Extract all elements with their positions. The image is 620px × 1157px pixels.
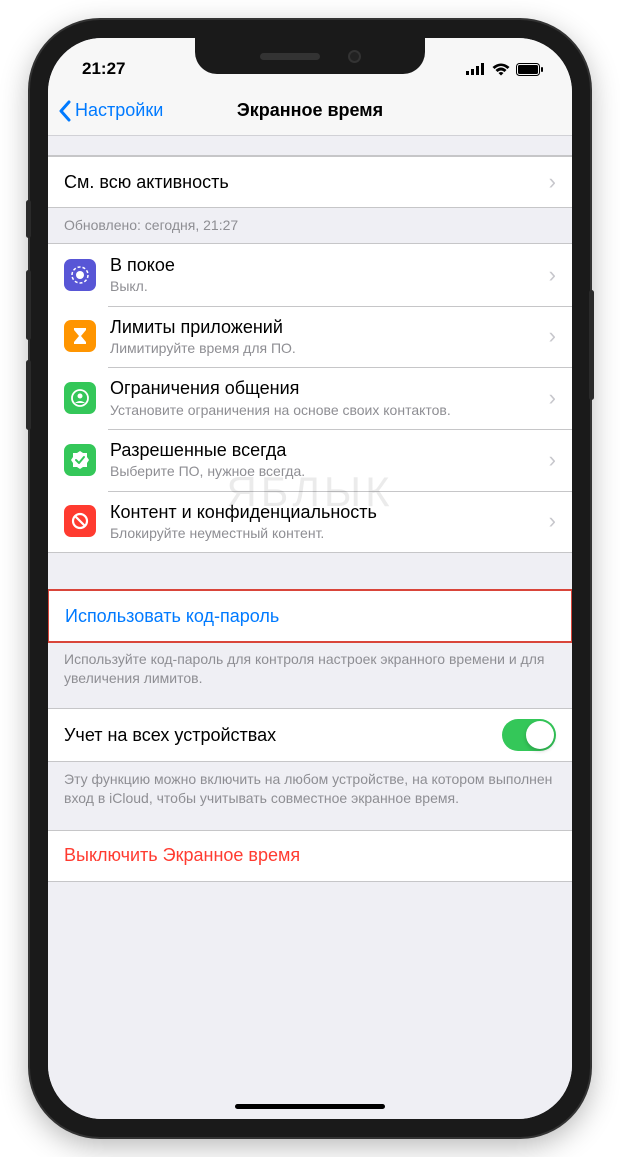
- share-toggle[interactable]: [502, 719, 556, 751]
- mute-switch: [26, 200, 31, 238]
- notch: [195, 38, 425, 74]
- row-subtitle: Лимитируйте время для ПО.: [110, 339, 541, 357]
- chevron-right-icon: ›: [549, 262, 556, 288]
- battery-icon: [516, 63, 544, 76]
- chevron-right-icon: ›: [549, 323, 556, 349]
- feature-row[interactable]: Контент и конфиденциальностьБлокируйте н…: [48, 491, 572, 553]
- hourglass-icon: [64, 320, 96, 352]
- row-label: См. всю активность: [64, 171, 541, 194]
- nosign-icon: [64, 505, 96, 537]
- row-label: В покое: [110, 254, 541, 277]
- see-all-activity-row[interactable]: См. всю активность ›: [48, 157, 572, 207]
- home-indicator[interactable]: [235, 1104, 385, 1109]
- row-subtitle: Выберите ПО, нужное всегда.: [110, 462, 541, 480]
- volume-down-button: [26, 360, 31, 430]
- moon-icon: [64, 259, 96, 291]
- chevron-right-icon: ›: [549, 447, 556, 473]
- wifi-icon: [492, 63, 510, 76]
- back-button[interactable]: Настройки: [58, 100, 163, 122]
- passcode-footer: Используйте код-пароль для контроля наст…: [48, 642, 572, 696]
- row-subtitle: Блокируйте неуместный контент.: [110, 524, 541, 542]
- check-icon: [64, 444, 96, 476]
- phone-frame: 21:27 Настройки Экранное время: [30, 20, 590, 1137]
- status-time: 21:27: [82, 59, 125, 79]
- feature-row[interactable]: Лимиты приложенийЛимитируйте время для П…: [48, 306, 572, 368]
- row-label: Контент и конфиденциальность: [110, 501, 541, 524]
- share-footer: Эту функцию можно включить на любом устр…: [48, 762, 572, 816]
- chevron-right-icon: ›: [549, 169, 556, 195]
- turn-off-screen-time-row[interactable]: Выключить Экранное время: [48, 831, 572, 881]
- cellular-icon: [466, 63, 486, 75]
- chevron-right-icon: ›: [549, 385, 556, 411]
- row-label: Ограничения общения: [110, 377, 541, 400]
- feature-row[interactable]: В покоеВыкл. ›: [48, 244, 572, 306]
- nav-bar: Настройки Экранное время: [48, 86, 572, 136]
- use-passcode-row[interactable]: Использовать код-пароль: [49, 591, 571, 641]
- content-scroll[interactable]: См. всю активность › Обновлено: сегодня,…: [48, 136, 572, 1119]
- row-label: Выключить Экранное время: [64, 845, 300, 866]
- feature-row[interactable]: Ограничения общенияУстановите ограничени…: [48, 367, 572, 429]
- row-label: Лимиты приложений: [110, 316, 541, 339]
- volume-up-button: [26, 270, 31, 340]
- back-label: Настройки: [75, 100, 163, 121]
- feature-row[interactable]: Разрешенные всегдаВыберите ПО, нужное вс…: [48, 429, 572, 491]
- chevron-right-icon: ›: [549, 508, 556, 534]
- page-title: Экранное время: [237, 100, 383, 121]
- share-across-devices-row[interactable]: Учет на всех устройствах: [48, 709, 572, 761]
- row-subtitle: Выкл.: [110, 277, 541, 295]
- chevron-left-icon: [58, 100, 71, 122]
- row-label: Учет на всех устройствах: [64, 724, 502, 747]
- activity-updated-footer: Обновлено: сегодня, 21:27: [48, 208, 572, 243]
- row-label: Использовать код-пароль: [65, 606, 279, 627]
- row-label: Разрешенные всегда: [110, 439, 541, 462]
- screen: 21:27 Настройки Экранное время: [48, 38, 572, 1119]
- power-button: [589, 290, 594, 400]
- contact-icon: [64, 382, 96, 414]
- row-subtitle: Установите ограничения на основе своих к…: [110, 401, 541, 419]
